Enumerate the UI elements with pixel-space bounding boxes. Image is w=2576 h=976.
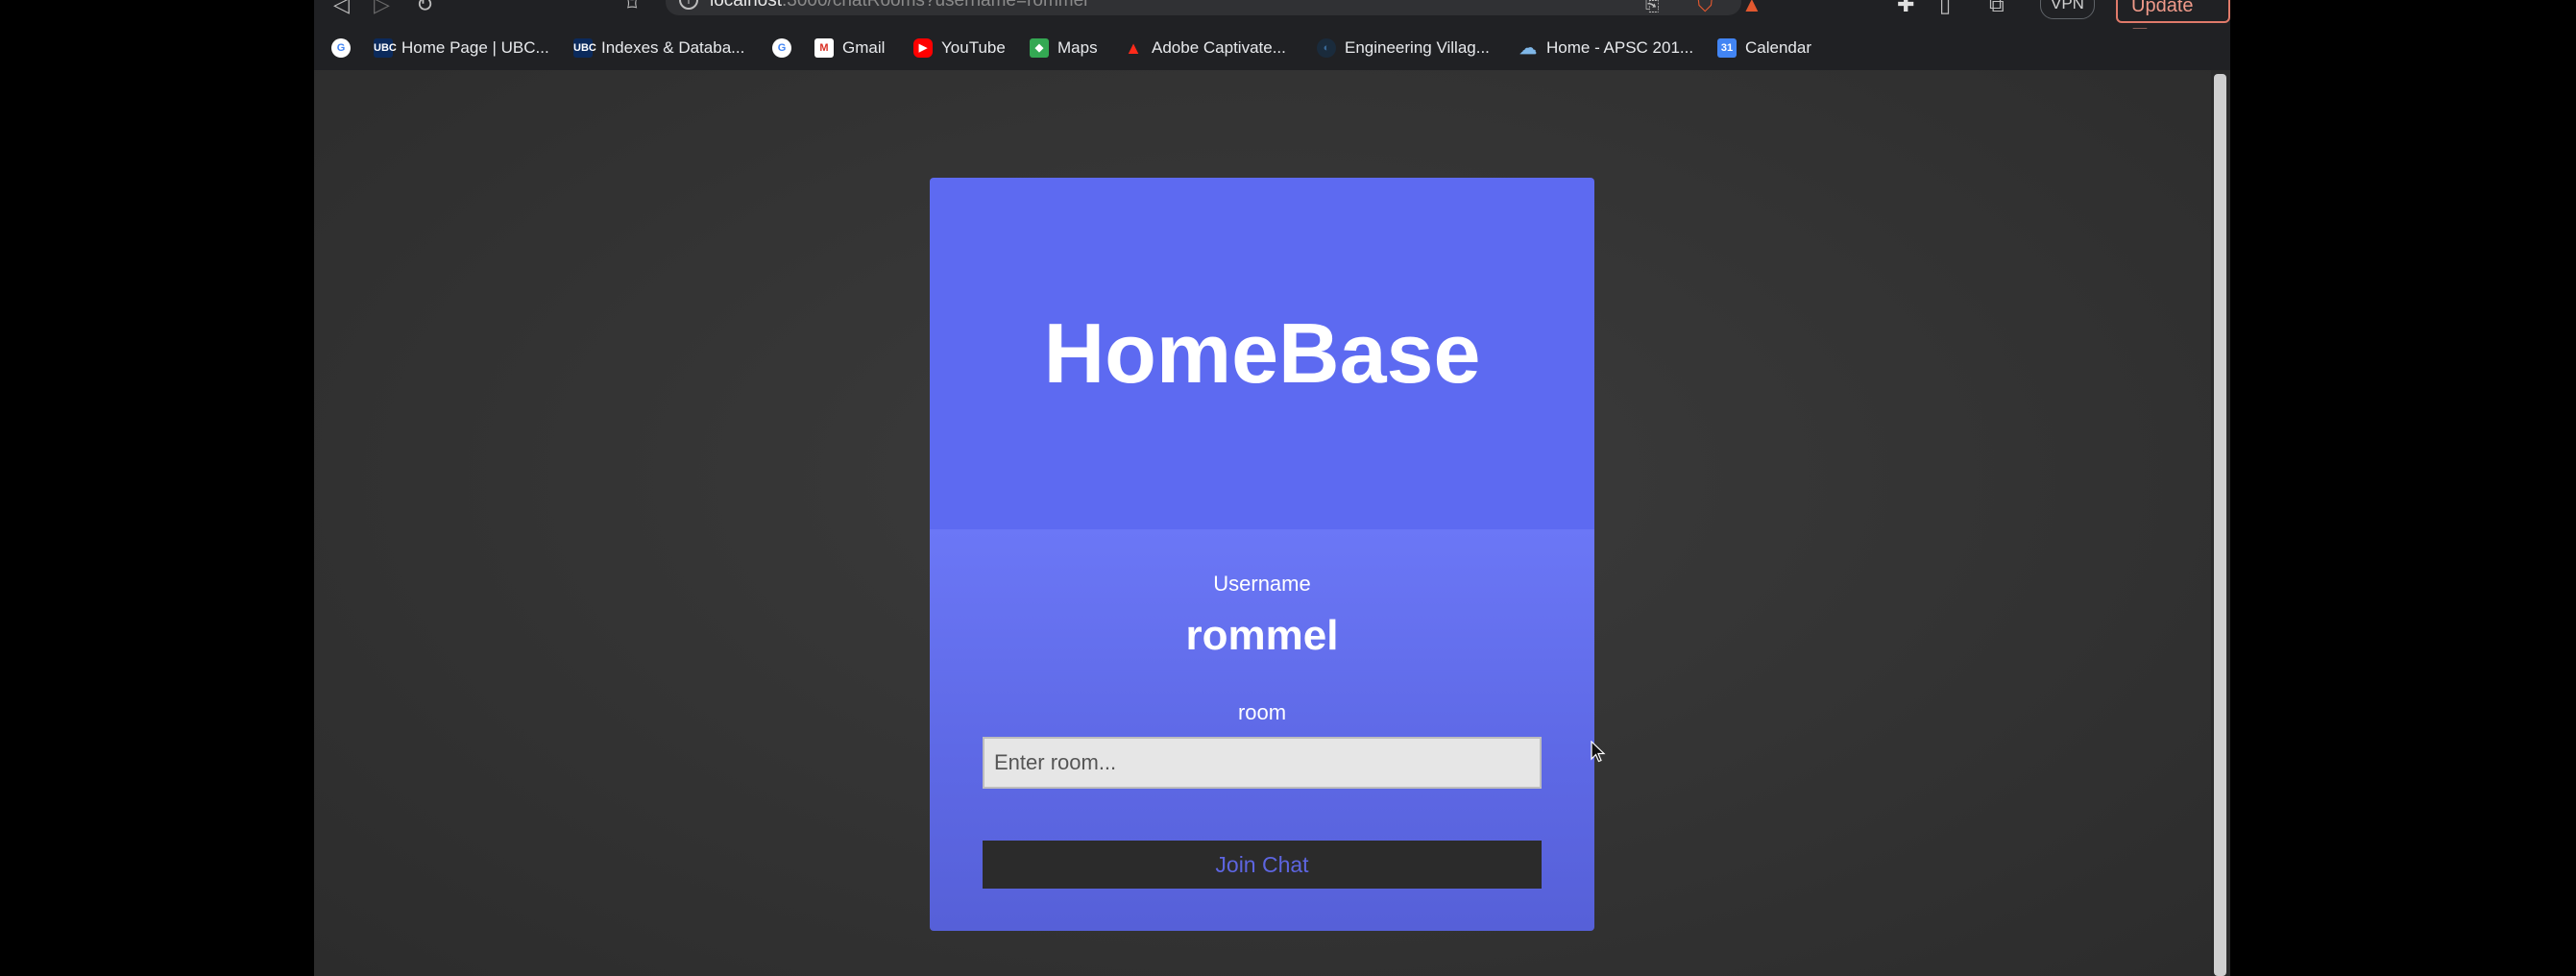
page-content: HomeBase Username rommel room Join Chat xyxy=(314,70,2211,976)
url-text: localhost:3000/chatRooms?username=rommel xyxy=(710,0,1087,12)
bookmark-google[interactable]: G xyxy=(331,35,359,61)
update-button[interactable]: Update ☰ xyxy=(2116,0,2230,47)
ubc-icon: UBC xyxy=(374,38,397,58)
google-icon: G xyxy=(331,38,351,58)
update-label: Update xyxy=(2131,0,2194,16)
bookmark-google-2[interactable]: G xyxy=(772,35,800,61)
join-card: HomeBase Username rommel room Join Chat xyxy=(930,178,1594,931)
screen: ◁ ▷ ↻ ⌑ i localhost:3000/chatRooms?usern… xyxy=(0,0,2576,976)
bookmark-label: Maps xyxy=(1057,38,1098,57)
maps-icon: ◆ xyxy=(1030,38,1049,58)
bookmark-label: Home - APSC 201... xyxy=(1546,38,1694,57)
mouse-cursor-icon xyxy=(1591,741,1606,763)
calendar-icon: 31 xyxy=(1717,38,1737,58)
vpn-label: VPN xyxy=(2051,0,2084,12)
username-value: rommel xyxy=(1185,612,1339,659)
sidebar-icon[interactable]: ▯ xyxy=(1939,0,1951,15)
share-icon[interactable]: ⎘ xyxy=(1645,0,1659,15)
bookmarks-bar: G UBC Home Page | UBC... UBC Indexes & D… xyxy=(314,29,2230,67)
google-icon: G xyxy=(772,38,791,58)
youtube-icon: ▶ xyxy=(913,38,933,58)
bookmark-adobe[interactable]: ▲ Adobe Captivate... xyxy=(1124,35,1286,61)
bookmark-label: Gmail xyxy=(842,38,886,57)
extensions-icon[interactable]: ✚ xyxy=(1897,0,1914,15)
site-info-icon[interactable]: i xyxy=(679,0,698,10)
vpn-button[interactable]: VPN xyxy=(2040,0,2095,19)
browser-toolbar: ◁ ▷ ↻ ⌑ i localhost:3000/chatRooms?usern… xyxy=(314,0,2230,47)
brave-shield-icon[interactable]: ⛉ xyxy=(1697,0,1713,15)
engineering-village-icon: ◐ xyxy=(1317,38,1336,58)
wallet-icon[interactable]: ⧉ xyxy=(1989,0,2005,15)
bookmark-ubc-indexes[interactable]: UBC Indexes & Databa... xyxy=(573,35,744,61)
bookmark-icon[interactable]: ⌑ xyxy=(627,0,637,15)
bookmark-label: Indexes & Databa... xyxy=(601,38,745,57)
url-path: :3000/chatRooms?username=rommel xyxy=(782,0,1088,11)
gmail-icon: M xyxy=(814,38,834,58)
bookmark-label: Calendar xyxy=(1745,38,1811,57)
bookmark-maps[interactable]: ◆ Maps xyxy=(1030,35,1098,61)
reload-icon[interactable]: ↻ xyxy=(416,0,433,15)
address-bar[interactable]: i localhost:3000/chatRooms?username=romm… xyxy=(666,0,1741,15)
forward-icon[interactable]: ▷ xyxy=(374,0,390,15)
card-body: Username rommel room Join Chat xyxy=(930,529,1594,931)
bookmark-youtube[interactable]: ▶ YouTube xyxy=(913,35,1006,61)
app-title: HomeBase xyxy=(1043,305,1481,401)
bookmark-engineering-village[interactable]: ◐ Engineering Villag... xyxy=(1317,35,1490,61)
scrollbar-thumb[interactable] xyxy=(2214,74,2226,976)
back-icon[interactable]: ◁ xyxy=(333,0,350,15)
url-host: localhost xyxy=(710,0,782,11)
bookmark-calendar[interactable]: 31 Calendar xyxy=(1717,35,1811,61)
bookmark-ubc-home[interactable]: UBC Home Page | UBC... xyxy=(374,35,549,61)
cloud-icon: ☁ xyxy=(1519,38,1537,58)
adobe-icon: ▲ xyxy=(1124,38,1143,58)
ubc-icon: UBC xyxy=(573,38,596,58)
rewards-icon[interactable]: ▲ xyxy=(1741,0,1762,15)
bookmark-label: Home Page | UBC... xyxy=(401,38,549,57)
room-input[interactable] xyxy=(983,737,1542,789)
room-label: room xyxy=(1237,700,1287,724)
bookmark-label: Adobe Captivate... xyxy=(1152,38,1286,57)
browser-window: ◁ ▷ ↻ ⌑ i localhost:3000/chatRooms?usern… xyxy=(314,0,2230,976)
bookmark-gmail[interactable]: M Gmail xyxy=(814,35,885,61)
page-scrollbar[interactable] xyxy=(2211,70,2230,976)
bookmark-label: Engineering Villag... xyxy=(1345,38,1490,57)
bookmark-label: YouTube xyxy=(941,38,1006,57)
join-chat-button[interactable]: Join Chat xyxy=(983,841,1542,889)
bookmark-apsc[interactable]: ☁ Home - APSC 201... xyxy=(1519,35,1693,61)
username-label: Username xyxy=(1213,572,1311,596)
card-header: HomeBase xyxy=(930,178,1594,529)
